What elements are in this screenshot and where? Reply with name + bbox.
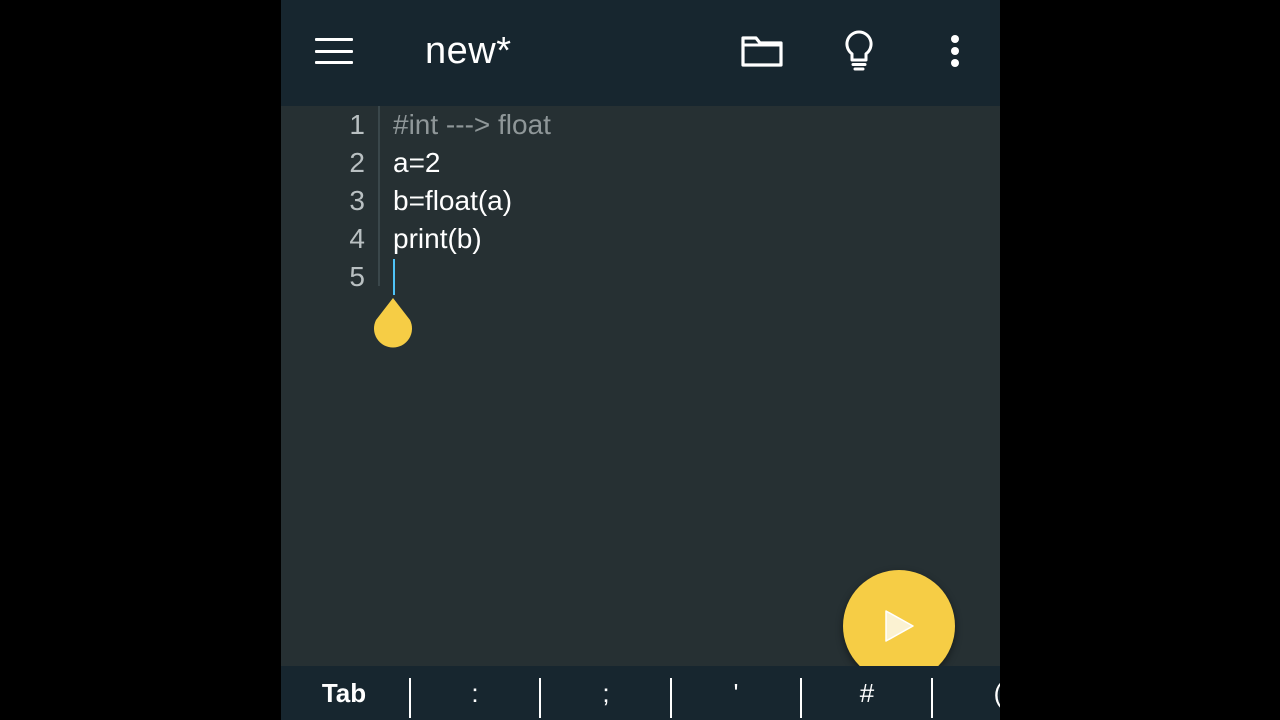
key-open-paren[interactable]: ( xyxy=(933,666,1000,720)
line-number: 5 xyxy=(349,261,365,292)
line-number: 4 xyxy=(349,223,365,254)
code-text: a=2 xyxy=(393,147,441,178)
folder-icon[interactable] xyxy=(737,26,787,76)
line-number: 2 xyxy=(349,147,365,178)
key-apostrophe[interactable]: ' xyxy=(671,666,801,720)
code-text: b=float(a) xyxy=(393,185,513,216)
play-icon xyxy=(885,610,914,642)
menu-bar-top xyxy=(315,38,353,41)
code-line-3[interactable]: 3 b=float(a) xyxy=(281,185,1000,223)
lightbulb-icon[interactable] xyxy=(834,26,884,76)
menu-icon[interactable] xyxy=(315,34,355,68)
code-line-2[interactable]: 2 a=2 xyxy=(281,147,1000,185)
menu-bar-bottom xyxy=(315,61,353,64)
code-text: #int ---> float xyxy=(393,109,551,140)
more-vert-icon[interactable] xyxy=(930,26,980,76)
line-number: 3 xyxy=(349,185,365,216)
key-semicolon[interactable]: ; xyxy=(541,666,671,720)
text-cursor xyxy=(393,259,395,295)
extra-keys-bar: Tab : ; ' # ( xyxy=(281,666,1000,720)
code-line-1[interactable]: 1 #int ---> float xyxy=(281,109,1000,147)
key-tab[interactable]: Tab xyxy=(281,666,409,720)
menu-bar-middle xyxy=(315,49,353,53)
code-line-5[interactable]: 5 xyxy=(281,261,1000,299)
key-colon[interactable]: : xyxy=(410,666,540,720)
key-hash[interactable]: # xyxy=(802,666,932,720)
code-text: print(b) xyxy=(393,223,482,254)
line-number: 1 xyxy=(349,109,365,140)
app-bar: new* xyxy=(281,0,1000,106)
file-title: new* xyxy=(425,30,512,72)
cursor-handle-icon[interactable] xyxy=(372,296,414,348)
code-line-4[interactable]: 4 print(b) xyxy=(281,223,1000,261)
phone-screen: new* 1 #int ---> float 2 a=2 3 b=float(a… xyxy=(281,0,1000,720)
